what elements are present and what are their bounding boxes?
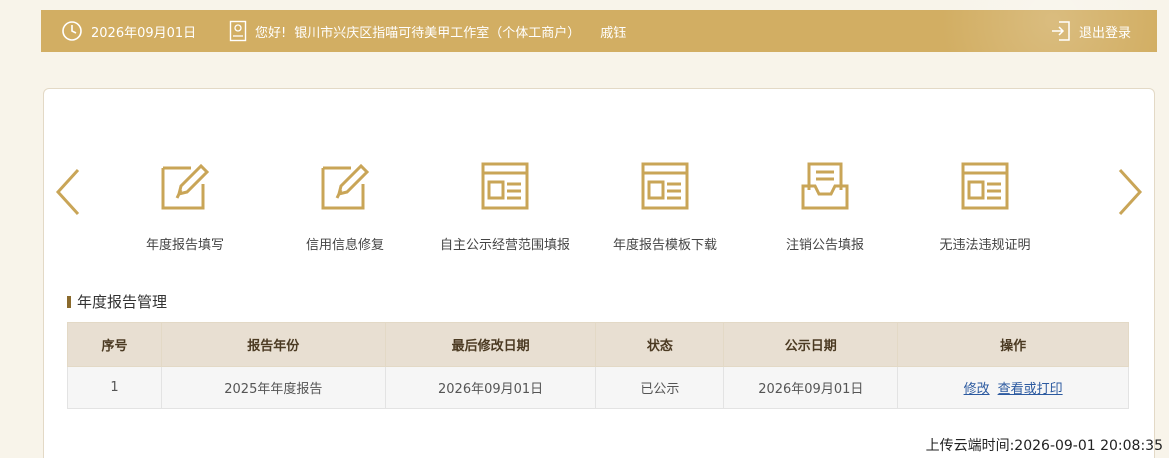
nav-label: 年度报告模板下载 bbox=[612, 238, 717, 253]
nav-label: 信用信息修复 bbox=[305, 238, 384, 253]
nav-cancellation-notice[interactable]: 注销公告填报 bbox=[745, 160, 905, 253]
col-header-actions: 操作 bbox=[897, 322, 1129, 367]
document-window-icon bbox=[481, 162, 529, 210]
cell-index: 1 bbox=[67, 366, 162, 409]
inbox-document-icon bbox=[801, 162, 849, 210]
edit-form-icon bbox=[321, 163, 370, 210]
cell-status: 已公示 bbox=[595, 366, 725, 409]
section-title: 年度报告管理 bbox=[67, 291, 167, 312]
col-header-status: 状态 bbox=[595, 322, 725, 367]
date-display: 2026年09月01日 bbox=[61, 10, 196, 52]
document-window-icon bbox=[641, 162, 689, 210]
nav-label: 注销公告填报 bbox=[785, 238, 864, 253]
nav-label: 年度报告填写 bbox=[145, 238, 224, 253]
col-header-publish-date: 公示日期 bbox=[723, 322, 899, 367]
carousel-prev-button[interactable] bbox=[54, 168, 82, 220]
logout-label: 退出登录 bbox=[1079, 25, 1132, 41]
company-name: 银川市兴庆区指喵可待美甲工作室（个体工商户） bbox=[294, 25, 581, 41]
section-title-text: 年度报告管理 bbox=[77, 293, 168, 311]
greeting-text: 您好! bbox=[255, 25, 287, 41]
edit-form-icon bbox=[161, 163, 210, 210]
nav-credit-repair[interactable]: 信用信息修复 bbox=[265, 160, 425, 253]
nav-label: 自主公示经营范围填报 bbox=[439, 238, 570, 253]
carousel-next-button[interactable] bbox=[1116, 168, 1144, 220]
cell-publish-date: 2026年09月01日 bbox=[723, 366, 899, 409]
cell-actions: 修改 查看或打印 bbox=[897, 366, 1129, 409]
nav-annual-report-fill[interactable]: 年度报告填写 bbox=[105, 160, 265, 253]
logout-button[interactable]: 退出登录 bbox=[1051, 10, 1131, 52]
top-bar: 2026年09月01日 您好! 银川市兴庆区指喵可待美甲工作室（个体工商户） 戚… bbox=[41, 0, 1157, 52]
col-header-year: 报告年份 bbox=[160, 322, 386, 367]
chevron-left-icon bbox=[55, 168, 80, 216]
col-header-modified: 最后修改日期 bbox=[384, 322, 597, 367]
nav-business-scope[interactable]: 自主公示经营范围填报 bbox=[425, 160, 585, 253]
chevron-right-icon bbox=[1118, 168, 1143, 216]
cell-modified: 2026年09月01日 bbox=[384, 366, 597, 409]
nav-template-download[interactable]: 年度报告模板下载 bbox=[585, 160, 745, 253]
clock-icon bbox=[61, 20, 83, 42]
edit-link[interactable]: 修改 bbox=[964, 382, 990, 397]
cell-year: 2025年年度报告 bbox=[160, 366, 386, 409]
col-header-index: 序号 bbox=[67, 322, 162, 367]
view-print-link[interactable]: 查看或打印 bbox=[998, 382, 1063, 397]
nav-label: 无违法违规证明 bbox=[939, 238, 1031, 253]
nav-no-violation-proof[interactable]: 无违法违规证明 bbox=[905, 160, 1065, 253]
document-window-icon bbox=[961, 162, 1009, 210]
title-marker bbox=[67, 295, 71, 308]
user-name: 戚钰 bbox=[600, 25, 627, 41]
annual-report-table: 序号 报告年份 最后修改日期 状态 公示日期 操作 1 2025年年度报告 20… bbox=[67, 322, 1129, 409]
user-info: 您好! 银川市兴庆区指喵可待美甲工作室（个体工商户） 戚钰 bbox=[229, 10, 626, 52]
table-header-row: 序号 报告年份 最后修改日期 状态 公示日期 操作 bbox=[67, 322, 1129, 367]
logout-icon bbox=[1051, 20, 1071, 42]
current-date: 2026年09月01日 bbox=[91, 25, 197, 41]
table-row: 1 2025年年度报告 2026年09月01日 已公示 2026年09月01日 … bbox=[67, 366, 1129, 409]
id-card-icon bbox=[229, 20, 247, 42]
upload-time: 上传云端时间:2026-09-01 20:08:35 bbox=[925, 438, 1163, 454]
